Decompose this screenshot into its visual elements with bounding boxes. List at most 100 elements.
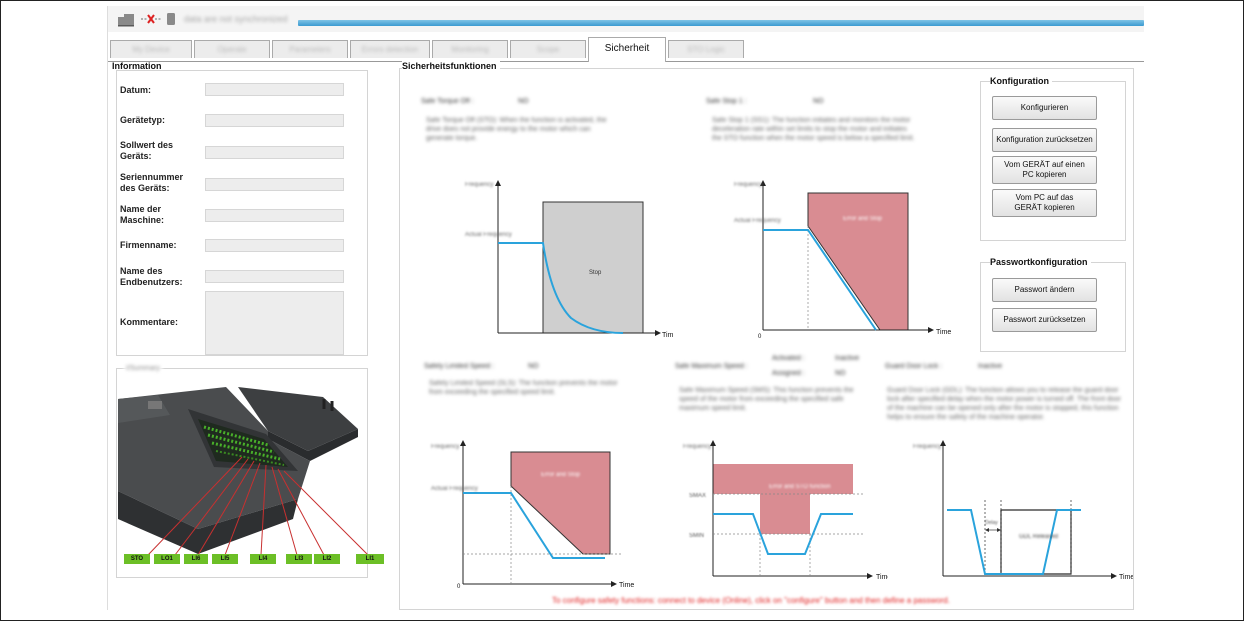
tab-sicherheit[interactable]: Sicherheit: [588, 37, 666, 62]
ss1-time-label: Time: [936, 329, 951, 336]
sls-time-label: Time: [619, 582, 634, 588]
sto-stop-label: Stop: [589, 270, 602, 276]
tab-bar: My Device Operate Parameters Errors dete…: [108, 37, 1144, 62]
ss1-error-label: Error and Stop: [843, 216, 883, 222]
setpoint-field: [205, 146, 344, 159]
reset-password-button[interactable]: Passwort zurücksetzen: [992, 308, 1097, 332]
tab-label: Sicherheit: [604, 43, 650, 54]
tab-label: STO Logic: [687, 45, 725, 54]
sls-zero-label: 0: [457, 584, 461, 588]
change-password-button[interactable]: Passwort ändern: [992, 278, 1097, 302]
sto-name: Safe Torque Off :: [421, 98, 474, 105]
gdl-freq-label: Frequency: [913, 444, 941, 450]
sto-diagram: Frequency Actual Frequency Stop Time: [465, 180, 673, 339]
reset-configuration-button[interactable]: Konfiguration zurücksetzen: [992, 128, 1097, 152]
tab-label: Monitoring: [451, 45, 489, 54]
serial-number-label: Seriennummer des Geräts:: [120, 172, 184, 193]
tab-label: My Device: [132, 45, 170, 54]
sto-freq-label: Frequency: [465, 182, 493, 188]
io-label-li5: LI5: [212, 554, 238, 564]
machine-name-field: [205, 209, 344, 222]
tab-parameters[interactable]: Parameters: [272, 40, 348, 58]
sls-value: NO: [528, 363, 539, 370]
device-type-label: Gerätetyp:: [120, 115, 166, 125]
sms-name: Safe Maximum Speed :: [675, 363, 748, 370]
io-summary-title: I/Summary: [124, 364, 162, 373]
disconnected-icon: [141, 14, 161, 24]
konfiguration-title: Konfiguration: [990, 76, 1052, 86]
io-label-li1: LI1: [356, 554, 384, 564]
ss1-name: Safe Stop 1 :: [706, 98, 747, 105]
app-window: data are not synchronized My Device Oper…: [107, 6, 1144, 610]
status-area: data are not synchronized: [116, 10, 288, 28]
tab-monitoring[interactable]: Monitoring: [432, 40, 508, 58]
io-label-lo1: LO1: [154, 554, 180, 564]
comments-label: Kommentare:: [120, 317, 179, 327]
setpoint-label: Sollwert des Geräts:: [120, 140, 174, 161]
password-group: [980, 262, 1126, 352]
tab-label: Operate: [217, 45, 247, 54]
io-label-li6: LI6: [184, 554, 208, 564]
serial-number-field: [205, 178, 344, 191]
ss1-actual-label: Actual Frequency: [734, 218, 781, 224]
sms-smin-label: SMIN: [689, 533, 704, 539]
gdl-diagram: Frequency Delay GDL Released Time: [913, 440, 1133, 581]
end-user-field: [205, 270, 344, 283]
copy-device-to-pc-button[interactable]: Vom GERÄT auf einen PC kopieren: [992, 156, 1097, 184]
end-user-label: Name des Endbenutzers:: [120, 266, 183, 287]
password-title: Passwortkonfiguration: [990, 257, 1091, 267]
ss1-description: Safe Stop 1 (SS1): The function initiate…: [712, 117, 915, 142]
sync-status-text: data are not synchronized: [184, 14, 288, 24]
tab-label: Errors detection: [361, 45, 419, 54]
tab-scope[interactable]: Scope: [510, 40, 586, 58]
sync-progress-bar: [298, 20, 1144, 26]
top-bar: data are not synchronized: [108, 6, 1144, 32]
gdl-time-label: Time: [1119, 574, 1133, 581]
configure-button[interactable]: Konfigurieren: [992, 96, 1097, 120]
sms-diagram: Frequency SMAX SMIN Error and STO functi…: [683, 440, 888, 581]
machine-name-label: Name der Maschine:: [120, 204, 165, 225]
io-label-li2: LI2: [314, 554, 340, 564]
gdl-description: Guard Door Lock (GDL): The function allo…: [887, 387, 1121, 421]
company-name-field: [205, 239, 344, 252]
device-type-field: [205, 114, 344, 127]
database-icon: [167, 13, 175, 25]
tab-errors-detection[interactable]: Errors detection: [350, 40, 430, 58]
sms-error-label: Error and STO function: [769, 484, 831, 490]
tab-my-device[interactable]: My Device: [110, 40, 192, 58]
configuration-warning: To configure safety functions: connect t…: [552, 596, 950, 605]
ss1-diagram: Frequency Actual Frequency Error and Sto…: [734, 180, 951, 340]
sls-name: Safely Limited Speed :: [424, 363, 495, 370]
comments-field: [205, 291, 344, 355]
sto-time-label: Time: [662, 332, 673, 339]
sms-activated-label: Activated :: [772, 355, 805, 362]
tab-sto-logic[interactable]: STO Logic: [668, 40, 744, 58]
sls-actual-label: Actual Frequency: [431, 486, 478, 492]
sms-smax-label: SMAX: [689, 493, 706, 499]
gdl-name: Guard Door Lock :: [885, 363, 943, 370]
io-label-li4: LI4: [250, 554, 276, 564]
sls-freq-label: Frequency: [431, 444, 459, 450]
tab-operate[interactable]: Operate: [194, 40, 270, 58]
sms-time-label: Time: [876, 574, 888, 581]
ss1-freq-label: Frequency: [734, 182, 762, 188]
date-field: [205, 83, 344, 96]
sms-assigned-value: NO: [835, 370, 846, 377]
io-label-sto: STO: [124, 554, 150, 564]
sls-description: Safely Limited Speed (SLS): The function…: [429, 380, 618, 396]
sto-description: Safe Torque Off (STO): When the function…: [426, 117, 607, 142]
io-label-li3: LI3: [286, 554, 312, 564]
safety-functions-title: Sicherheitsfunktionen: [402, 61, 500, 71]
tab-label: Scope: [536, 45, 560, 54]
tab-label: Parameters: [289, 45, 331, 54]
copy-pc-to-device-button[interactable]: Vom PC auf das GERÄT kopieren: [992, 189, 1097, 217]
ss1-value: NO: [813, 98, 824, 105]
gdl-released-label: GDL Released: [1019, 534, 1058, 540]
ss1-zero-label: 0: [758, 334, 762, 340]
sms-freq-label: Frequency: [683, 444, 711, 450]
date-label: Datum:: [120, 85, 151, 95]
sls-diagram: Frequency Actual Frequency Error and Sto…: [431, 440, 634, 588]
sms-activated-value: Inactive: [835, 355, 860, 362]
gdl-delay-label: Delay: [985, 520, 998, 526]
device-icon: [118, 14, 134, 27]
